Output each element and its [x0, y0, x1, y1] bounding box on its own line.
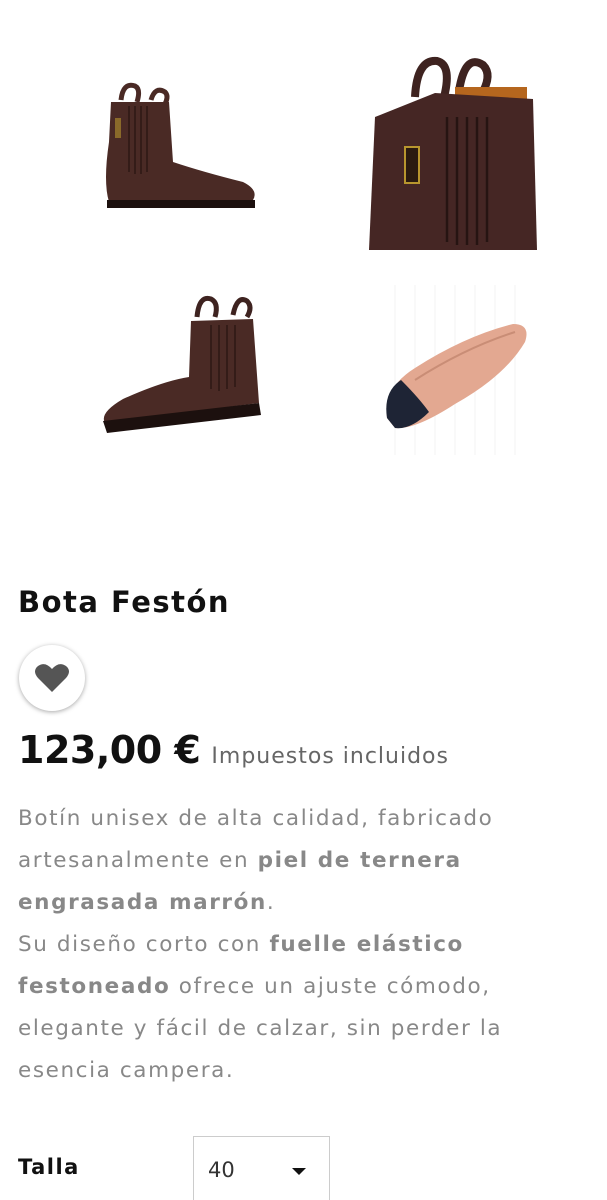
- boot-detail-image: [369, 56, 537, 250]
- description-paragraph-2: Su diseño corto con fuelle elástico fest…: [18, 924, 593, 1092]
- price-row: 123,00 € Impuestos incluidos: [18, 728, 449, 772]
- gallery-thumb-three-quarter[interactable]: [93, 285, 265, 445]
- gallery-thumb-side[interactable]: [93, 62, 265, 234]
- boot-angle-image: [103, 295, 261, 433]
- wishlist-button[interactable]: [19, 645, 85, 711]
- heart-icon: [35, 664, 69, 692]
- product-page: Bota Festón 123,00 € Impuestos incluidos…: [0, 0, 607, 1200]
- product-title: Bota Festón: [18, 585, 231, 619]
- size-select[interactable]: 40: [193, 1136, 330, 1200]
- tax-note: Impuestos incluidos: [211, 744, 449, 769]
- product-gallery: [0, 0, 607, 470]
- description-text: Su diseño corto con: [18, 932, 270, 957]
- product-price: 123,00 €: [18, 728, 201, 772]
- size-label: Talla: [18, 1155, 80, 1179]
- sole-image: [386, 285, 527, 455]
- boot-side-image: [106, 82, 255, 208]
- gallery-thumb-detail[interactable]: [365, 47, 537, 250]
- product-description: Botín unisex de alta calidad, fabricado …: [18, 798, 593, 1092]
- size-selected-value: 40: [208, 1158, 235, 1182]
- caret-down-icon: [292, 1168, 306, 1175]
- description-text: .: [266, 890, 276, 915]
- gallery-thumb-sole[interactable]: [375, 280, 535, 460]
- description-paragraph-1: Botín unisex de alta calidad, fabricado …: [18, 798, 593, 924]
